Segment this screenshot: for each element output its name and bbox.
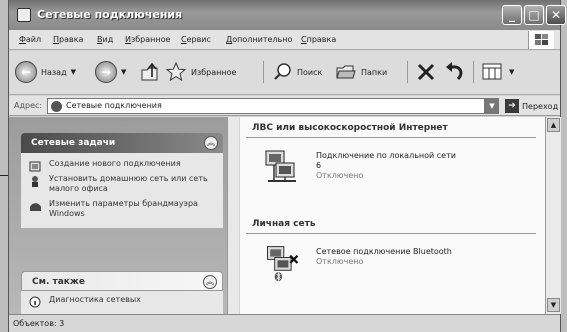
status-text: Объектов: 3 (13, 319, 65, 328)
connection-text: Подключение по локальной сети 6 Отключен… (316, 151, 456, 181)
bluetooth-connection-icon (267, 246, 299, 282)
task-pane: Сетевые задачи ︽ Создание нового подключ… (9, 117, 239, 315)
up-folder-icon (141, 62, 158, 81)
home-network-icon (32, 176, 38, 187)
connection-name: Подключение по локальной сети 6 (316, 151, 456, 170)
see-also-panel: См. также ︽ Диагностика сетевых (21, 271, 223, 315)
windows-logo (528, 31, 554, 49)
menu-tools[interactable]: Сервис (181, 35, 211, 44)
group-header-lan: ЛВС или высокоскоростной Интернет (252, 123, 448, 133)
address-input[interactable]: Сетевые подключения (47, 98, 485, 114)
favorites-button[interactable]: Избранное (165, 59, 236, 85)
menu-view[interactable]: Вид (97, 35, 113, 44)
back-button[interactable]: ← Назад ▼ (15, 59, 76, 85)
address-label: Адрес: (14, 101, 43, 110)
maximize-button[interactable]: □ (524, 5, 544, 25)
scroll-up-icon[interactable]: ▲ (547, 118, 560, 132)
address-dropdown-button[interactable]: ▼ (485, 98, 499, 114)
connection-item-bluetooth[interactable]: Сетевое подключение Bluetooth Отключено (262, 243, 522, 291)
see-also-body: Диагностика сетевых (21, 291, 223, 315)
back-arrow-icon: ← (15, 61, 37, 83)
see-also-header[interactable]: См. также ︽ (21, 271, 223, 291)
status-bar: Объектов: 3 (9, 314, 560, 332)
lan-connection-icon (265, 150, 296, 182)
collapse-chevron-icon[interactable]: ︽ (203, 275, 217, 289)
dropdown-arrow-icon[interactable]: ▼ (71, 68, 76, 76)
search-button[interactable]: Поиск (273, 59, 322, 85)
see-also-diagnostics[interactable]: Диагностика сетевых (27, 295, 219, 308)
undo-button[interactable] (443, 59, 465, 85)
window-title: Сетевые подключения (37, 8, 183, 21)
task-setup-home-network[interactable]: Установить домашнюю сеть или сеть малого… (27, 174, 219, 194)
menu-bar: Файл Правка Вид Избранное Сервис Дополни… (9, 30, 560, 50)
firewall-icon (30, 203, 41, 211)
search-icon (274, 63, 291, 80)
minimize-button[interactable]: _ (502, 5, 522, 25)
toolbar: ← Назад ▼ → ▼ Избранное Поиск Папки ▼ (9, 51, 560, 95)
favorites-label: Избранное (191, 67, 237, 77)
menu-favorites[interactable]: Избранное (125, 35, 170, 44)
connection-text: Сетевое подключение Bluetooth Отключено (316, 247, 456, 267)
task-label: Изменить параметры брандмауэра Windows (49, 199, 198, 218)
folders-icon (336, 65, 356, 79)
connection-name: Сетевое подключение Bluetooth (316, 247, 452, 256)
info-icon (29, 296, 41, 308)
connection-status: Отключено (316, 257, 364, 266)
menu-help[interactable]: Справка (301, 35, 336, 44)
views-grid-icon (482, 63, 502, 80)
delete-x-icon (417, 63, 435, 81)
address-bar: Адрес: Сетевые подключения ▼ ➔ Переход (9, 96, 560, 116)
menu-advanced[interactable]: Дополнительно (226, 35, 292, 44)
delete-button[interactable] (415, 59, 437, 85)
task-create-connection[interactable]: Создание нового подключения (27, 159, 219, 172)
group-divider (246, 137, 536, 138)
see-also-title: См. также (32, 277, 85, 287)
network-folder-icon (51, 101, 62, 112)
dropdown-arrow-icon[interactable]: ▼ (509, 68, 514, 76)
network-folder-icon (17, 8, 31, 22)
menu-file[interactable]: Файл (19, 35, 41, 44)
address-value: Сетевые подключения (66, 101, 162, 110)
toolbar-separator (263, 61, 264, 83)
go-arrow-icon: ➔ (505, 99, 519, 113)
toolbar-separator (407, 61, 408, 83)
task-label: Создание нового подключения (49, 159, 181, 168)
back-label: Назад (41, 67, 67, 77)
group-divider (246, 233, 536, 234)
content-scrollbar[interactable]: ▲ ▼ (545, 117, 561, 314)
connections-list: ЛВС или высокоскоростной Интернет Подклю… (240, 117, 545, 314)
group-header-personal: Личная сеть (252, 219, 316, 229)
views-button[interactable]: ▼ (481, 59, 514, 85)
task-label: Диагностика сетевых (49, 295, 141, 304)
network-tasks-panel: Сетевые задачи ︽ Создание нового подключ… (21, 133, 223, 228)
dropdown-arrow-icon[interactable]: ▼ (121, 68, 126, 76)
forward-button[interactable]: → ▼ (95, 59, 126, 85)
folders-button[interactable]: Папки (335, 59, 387, 85)
screenshot-frame: Сетевые подключения _ □ ✕ Файл Правка Ви… (0, 0, 567, 332)
menu-edit[interactable]: Правка (53, 35, 83, 44)
new-connection-icon (29, 161, 41, 172)
folders-label: Папки (361, 67, 388, 77)
search-label: Поиск (297, 67, 323, 77)
network-tasks-body: Создание нового подключения Установить д… (21, 153, 223, 228)
collapse-chevron-icon[interactable]: ︽ (204, 136, 218, 150)
scroll-down-icon[interactable]: ▼ (547, 298, 560, 312)
task-label: Установить домашнюю сеть или сеть малого… (49, 174, 208, 193)
forward-arrow-icon: → (95, 61, 117, 83)
network-tasks-header[interactable]: Сетевые задачи ︽ (21, 133, 223, 153)
go-button[interactable]: ➔ Переход (505, 99, 558, 113)
task-firewall-settings[interactable]: Изменить параметры брандмауэра Windows (27, 199, 219, 219)
undo-icon (446, 62, 463, 81)
connection-item-lan[interactable]: Подключение по локальной сети 6 Отключен… (262, 147, 522, 195)
close-button[interactable]: ✕ (546, 5, 566, 25)
connection-status: Отключено (316, 171, 364, 180)
up-folder-button[interactable] (139, 59, 161, 85)
explorer-window: Сетевые подключения _ □ ✕ Файл Правка Ви… (8, 0, 566, 332)
star-icon (165, 61, 187, 82)
task-pane-scrollbar[interactable] (227, 117, 239, 314)
network-tasks-title: Сетевые задачи (31, 138, 116, 148)
title-bar[interactable]: Сетевые подключения _ □ ✕ (9, 0, 566, 30)
toolbar-separator (473, 61, 474, 83)
go-label: Переход (522, 101, 559, 111)
